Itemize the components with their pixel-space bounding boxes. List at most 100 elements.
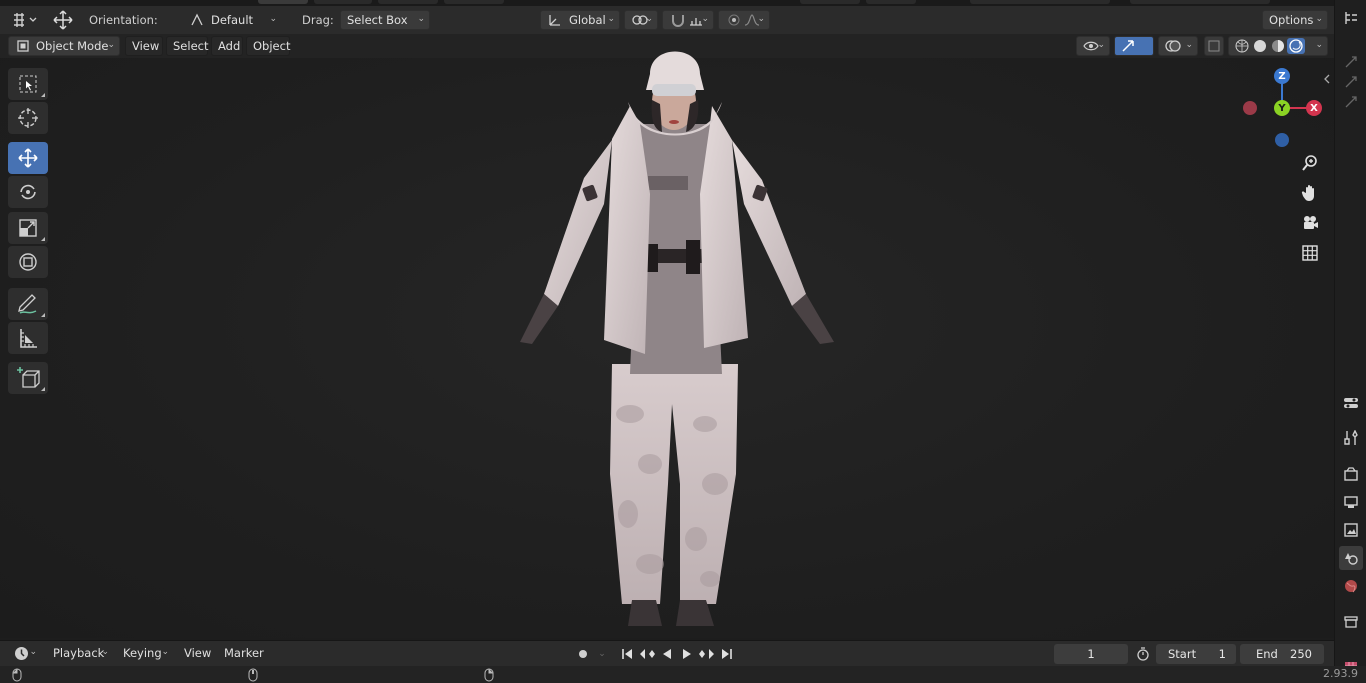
solid-shading-icon[interactable] [1251, 38, 1269, 54]
rendered-shading-icon[interactable] [1287, 38, 1305, 54]
add-cube-icon [16, 366, 40, 390]
play-reverse-icon[interactable] [658, 645, 676, 663]
drag-value: Select Box [347, 13, 408, 27]
zoom-icon[interactable] [1298, 151, 1322, 175]
proportional-edit-icon [725, 13, 743, 27]
ruler-icon [17, 327, 39, 349]
visibility-dropdown[interactable]: ⌄ [1076, 36, 1110, 56]
workspace-tab[interactable] [866, 0, 916, 4]
wireframe-shading-icon[interactable] [1233, 38, 1251, 54]
view-layer-properties-icon[interactable] [1339, 518, 1363, 542]
select-box-tool[interactable] [8, 68, 48, 100]
character-model[interactable] [500, 44, 850, 630]
chevron-down-icon: ⌄ [417, 14, 425, 24]
menu-object[interactable]: Object [246, 36, 290, 56]
properties-tab-bar [1334, 0, 1366, 683]
stopwatch-icon[interactable] [1134, 645, 1152, 663]
snap-group[interactable]: ⌄ [662, 10, 714, 30]
chevron-down-icon: ⌄ [645, 14, 653, 24]
transform-tool[interactable] [8, 246, 48, 278]
play-icon[interactable] [678, 645, 696, 663]
cursor-icon [17, 107, 39, 129]
start-frame-field[interactable]: Start 1 [1156, 644, 1236, 664]
editor-type-icon[interactable] [10, 10, 40, 30]
scene-properties-icon[interactable] [1339, 546, 1363, 570]
start-label: Start [1168, 647, 1197, 661]
outliner-icon[interactable] [1339, 6, 1363, 30]
perspective-grid-icon[interactable] [1298, 241, 1322, 265]
scale-tool[interactable] [8, 212, 48, 244]
scale-icon [17, 217, 39, 239]
annotate-tool[interactable] [8, 288, 48, 320]
menu-add[interactable]: Add [211, 36, 243, 56]
properties-toggle-icon[interactable] [1339, 391, 1363, 415]
current-frame-field[interactable]: 1 [1054, 644, 1128, 664]
navigation-gizmo[interactable]: Z Y X [1240, 66, 1324, 150]
workspace-tab-active[interactable] [258, 0, 308, 4]
gizmo-z-axis[interactable]: Z [1274, 68, 1290, 84]
jump-start-icon[interactable] [618, 645, 636, 663]
rotate-tool[interactable] [8, 176, 48, 208]
proportional-edit-group[interactable]: ⌄ [718, 10, 770, 30]
mode-dropdown[interactable]: Object Mode ⌄ [8, 36, 120, 56]
next-keyframe-icon[interactable] [698, 645, 716, 663]
mouse-right-icon [482, 667, 496, 682]
transform-orientation-dropdown[interactable]: Global ⌄ [540, 10, 620, 30]
start-value: 1 [1218, 647, 1226, 661]
workspace-tab[interactable] [444, 0, 504, 4]
workspace-tab[interactable] [378, 0, 438, 4]
workspace-tab[interactable] [314, 0, 372, 4]
pivot-point-dropdown[interactable]: ⌄ [624, 10, 658, 30]
gizmo-x-axis[interactable]: X [1306, 100, 1322, 116]
auto-keying-icon[interactable] [574, 645, 592, 663]
timeline-header: ⌄ Playback ⌄ Keying ⌄ View Marker ⌄ 1 Star… [0, 640, 1334, 666]
menu-select[interactable]: Select [166, 36, 208, 56]
menu-timeline-view[interactable]: View [177, 643, 215, 663]
gizmo-icon [1121, 39, 1137, 53]
tool-properties-icon[interactable] [1339, 426, 1363, 450]
overlays-toggle[interactable]: ⌄ [1158, 36, 1198, 56]
shading-group[interactable]: ⌄ [1228, 36, 1328, 56]
move-tool-icon[interactable] [50, 8, 76, 32]
transform-icon [17, 251, 39, 273]
view-layer-selector[interactable] [1130, 0, 1270, 4]
orientation-dropdown[interactable]: Default ⌄ [182, 10, 282, 30]
keyframe-icon[interactable] [1339, 90, 1363, 114]
xray-toggle[interactable] [1204, 36, 1224, 56]
cursor-tool[interactable] [8, 102, 48, 134]
add-cube-tool[interactable] [8, 362, 48, 394]
gizmo-toggle[interactable]: ⌄ [1114, 36, 1167, 56]
world-properties-icon[interactable] [1339, 574, 1363, 598]
options-dropdown[interactable]: Options ⌄ [1262, 10, 1328, 30]
menu-keying-label: Keying [123, 646, 162, 660]
menu-select-label: Select [173, 39, 209, 53]
camera-view-icon[interactable] [1298, 211, 1322, 235]
move-tool[interactable] [8, 142, 48, 174]
output-properties-icon[interactable] [1339, 490, 1363, 514]
mode-value: Object Mode [36, 39, 109, 53]
jump-end-icon[interactable] [718, 645, 736, 663]
scene-selector[interactable] [970, 0, 1110, 4]
keying-chevron-icon[interactable]: ⌄ [594, 645, 610, 663]
chevron-down-icon: ⌄ [101, 647, 109, 657]
xray-icon [1208, 39, 1220, 53]
drag-dropdown[interactable]: Select Box ⌄ [340, 10, 430, 30]
menu-keying[interactable]: Keying ⌄ [116, 643, 174, 663]
menu-add-label: Add [218, 39, 241, 53]
material-shading-icon[interactable] [1269, 38, 1287, 54]
menu-playback[interactable]: Playback ⌄ [46, 643, 114, 663]
pan-hand-icon[interactable] [1298, 181, 1322, 205]
gizmo-y-axis[interactable]: Y [1274, 100, 1290, 116]
menu-timeline-view-label: View [184, 646, 212, 660]
collection-properties-icon[interactable] [1339, 610, 1363, 634]
version-label: 2.93.9 [1323, 667, 1358, 680]
timeline-editor-type[interactable]: ⌄ [6, 643, 42, 663]
measure-tool[interactable] [8, 322, 48, 354]
menu-view[interactable]: View [125, 36, 163, 56]
chevron-down-icon: ⌄ [107, 40, 115, 50]
menu-marker[interactable]: Marker [217, 643, 267, 663]
prev-keyframe-icon[interactable] [638, 645, 656, 663]
render-properties-icon[interactable] [1339, 462, 1363, 486]
end-frame-field[interactable]: End 250 [1240, 644, 1324, 664]
workspace-tab[interactable] [800, 0, 860, 4]
